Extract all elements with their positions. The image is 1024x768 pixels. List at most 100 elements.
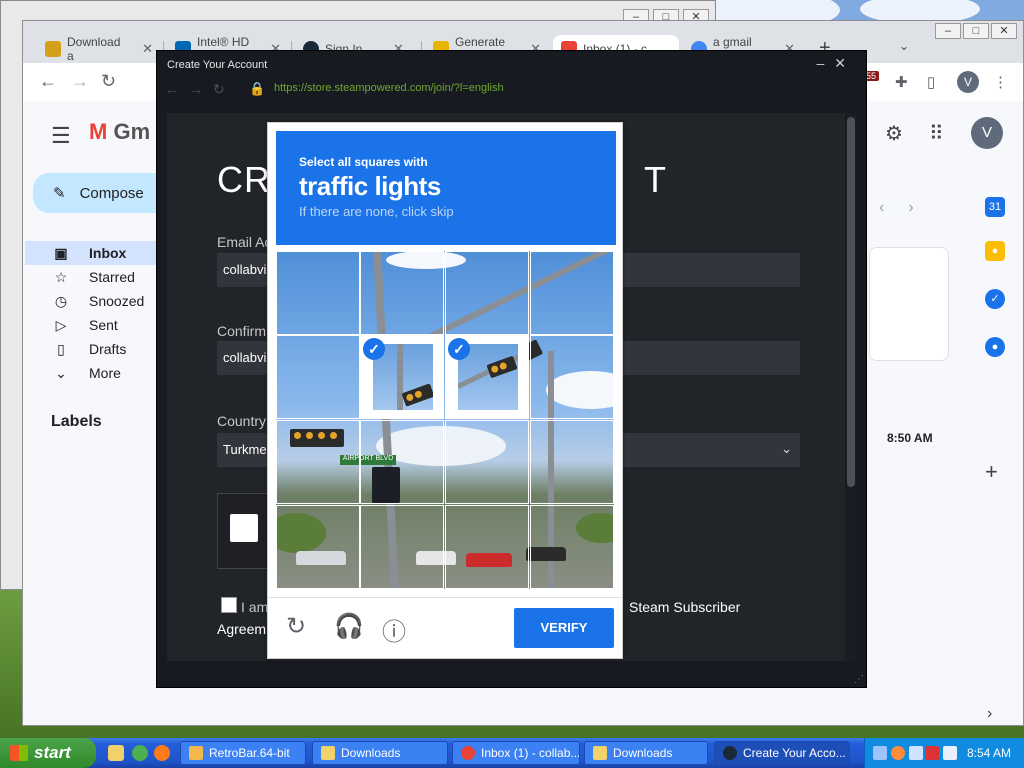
chevron-right-icon[interactable]: › <box>987 705 992 723</box>
info-icon[interactable]: ⓘ <box>382 612 406 647</box>
window-controls: – □ ✕ <box>935 23 1017 39</box>
taskbar-task[interactable]: Downloads <box>312 741 448 765</box>
agreement-link[interactable]: Agreem <box>217 621 266 637</box>
clock: 8:54 AM <box>967 746 1012 760</box>
heading-right: T <box>644 159 668 200</box>
agree-checkbox[interactable] <box>221 597 237 613</box>
gmail-logo[interactable]: M Gm <box>89 119 150 145</box>
nav-snoozed[interactable]: ◷ Snoozed <box>25 289 175 313</box>
profile-avatar[interactable]: V <box>957 71 979 93</box>
tasks-icon[interactable]: ✓ <box>985 289 1005 309</box>
captcha-hint: If there are none, click skip <box>299 204 454 219</box>
tab-download[interactable]: Download a ✕ <box>37 35 161 63</box>
compose-button[interactable]: ✎ Compose <box>33 173 173 213</box>
captcha-cell[interactable] <box>360 420 444 504</box>
back-arrow-icon[interactable]: ← <box>39 71 57 92</box>
task-label: Create Your Acco... <box>743 746 846 760</box>
gmail-logo-m: M <box>89 119 108 144</box>
steam-window-controls[interactable]: –✕ <box>816 55 856 72</box>
inbox-icon: ▣ <box>54 244 68 261</box>
shield-icon[interactable] <box>925 746 939 760</box>
captcha-cell-selected[interactable]: ✓ <box>445 335 529 419</box>
captcha-cell[interactable] <box>445 420 529 504</box>
mail-timestamp: 8:50 AM <box>887 431 933 445</box>
captcha-cell[interactable] <box>530 335 614 419</box>
nav-drafts[interactable]: ▯ Drafts <box>25 337 175 361</box>
captcha-cell-selected[interactable]: ✓ <box>360 335 444 419</box>
captcha-cell[interactable] <box>530 251 614 335</box>
tab-search-button[interactable]: ⌄ <box>899 39 909 53</box>
firefox-icon[interactable] <box>154 745 170 761</box>
close-button[interactable]: ✕ <box>991 23 1017 39</box>
steam-window-title: Create Your Account <box>167 59 268 71</box>
forward-arrow-icon[interactable]: → <box>71 71 89 92</box>
pagination-arrows[interactable]: ‹› <box>879 199 938 217</box>
steam-nav-arrows[interactable]: ←→↻ <box>165 81 235 98</box>
add-addon-button[interactable]: + <box>985 459 998 485</box>
taskbar-task[interactable]: RetroBar.64-bit <box>180 741 306 765</box>
close-icon[interactable]: ✕ <box>142 41 153 57</box>
checkmark-icon: ✓ <box>363 338 385 360</box>
nav-label: Sent <box>89 317 118 333</box>
recaptcha-challenge: Select all squares with traffic lights I… <box>267 122 623 659</box>
keep-icon[interactable]: ● <box>985 241 1005 261</box>
folder-icon[interactable] <box>108 745 124 761</box>
search-icon[interactable] <box>891 746 905 760</box>
calendar-icon[interactable]: 31 <box>985 197 1005 217</box>
tray-icon[interactable] <box>873 746 887 760</box>
taskbar-task[interactable]: Downloads <box>584 741 708 765</box>
nav-sent[interactable]: ▷ Sent <box>25 313 175 337</box>
verify-button[interactable]: VERIFY <box>514 608 614 648</box>
tab-label: Download a <box>67 35 121 63</box>
captcha-cell[interactable] <box>360 251 444 335</box>
account-avatar[interactable]: V <box>971 117 1003 149</box>
task-label: Inbox (1) - collab... <box>481 746 580 760</box>
network-icon[interactable] <box>909 746 923 760</box>
captcha-cell[interactable] <box>276 420 360 504</box>
captcha-cell[interactable] <box>276 505 360 589</box>
captcha-cell[interactable] <box>530 505 614 589</box>
nav-inbox[interactable]: ▣ Inbox <box>25 241 175 265</box>
scrollbar-thumb[interactable] <box>847 117 855 487</box>
headphones-icon[interactable]: 🎧 <box>334 612 364 641</box>
nav-more[interactable]: ⌄ More <box>25 361 175 385</box>
resize-grip-icon[interactable]: ⋰ <box>854 674 864 685</box>
reload-icon[interactable]: ↻ <box>286 612 306 641</box>
country-value: Turkme <box>223 442 267 457</box>
captcha-image-grid: AIRPORT BLVD ✓ ✓ <box>276 251 614 589</box>
side-panel-icon[interactable]: ▯ <box>927 73 935 91</box>
confirm-email-label: Confirm <box>217 323 267 339</box>
steam-scrollbar[interactable] <box>846 113 856 661</box>
gear-icon[interactable]: ⚙ <box>885 121 903 146</box>
captcha-cell[interactable] <box>360 505 444 589</box>
steam-url: https://store.steampowered.com/join/?l=e… <box>274 82 504 94</box>
captcha-cell[interactable] <box>530 420 614 504</box>
nav-starred[interactable]: ☆ Starred <box>25 265 175 289</box>
hamburger-menu-icon[interactable]: ☰ <box>51 123 71 149</box>
taskbar-task[interactable]: Create Your Acco... <box>714 741 850 765</box>
volume-icon[interactable] <box>943 746 957 760</box>
country-label: Country <box>217 413 267 429</box>
chrome-icon[interactable] <box>132 745 148 761</box>
checkmark-icon: ✓ <box>448 338 470 360</box>
puzzle-icon[interactable]: ✚ <box>895 73 908 91</box>
traffic-light <box>486 355 518 379</box>
captcha-cell[interactable] <box>445 505 529 589</box>
chevron-down-icon: ⌄ <box>55 364 67 381</box>
recaptcha-checkbox[interactable] <box>230 514 258 542</box>
contacts-icon[interactable]: ● <box>985 337 1005 357</box>
minimize-button[interactable]: – <box>935 23 961 39</box>
start-button[interactable]: start <box>0 738 96 768</box>
reload-icon[interactable]: ↻ <box>101 71 116 92</box>
captcha-cell[interactable] <box>276 335 360 419</box>
kebab-menu-icon[interactable]: ⋮ <box>993 73 1008 91</box>
maximize-button[interactable]: □ <box>963 23 989 39</box>
captcha-cell[interactable] <box>276 251 360 335</box>
subscriber-agreement-link[interactable]: Steam Subscriber <box>629 599 740 615</box>
taskbar-task[interactable]: Inbox (1) - collab... <box>452 741 580 765</box>
nav-label: Snoozed <box>89 293 145 309</box>
apps-grid-icon[interactable]: ⠿ <box>929 121 944 146</box>
pencil-icon: ✎ <box>53 185 66 202</box>
captcha-cell[interactable] <box>445 251 529 335</box>
system-tray: 8:54 AM <box>864 738 1024 768</box>
